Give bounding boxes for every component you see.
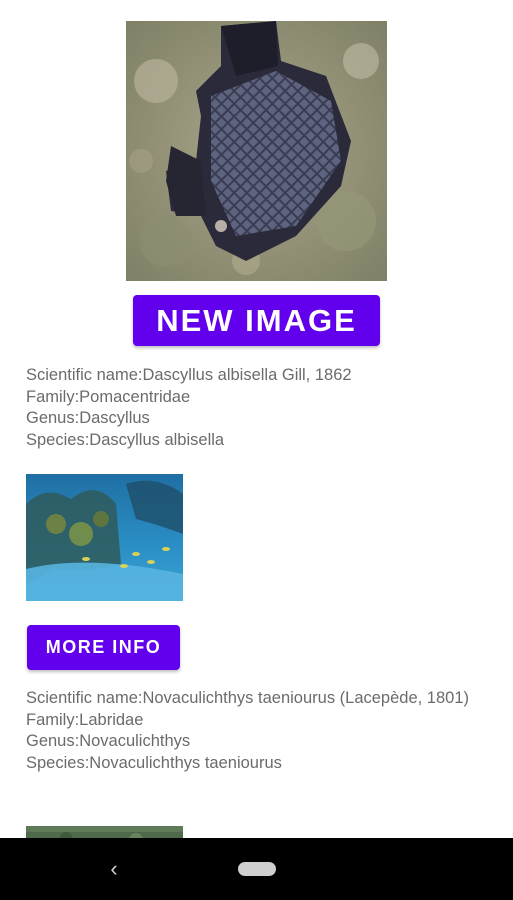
species: Species:Novaculichthys taeniourus bbox=[26, 754, 282, 773]
result-thumbnail-1[interactable] bbox=[26, 474, 183, 601]
result-info-2: Scientific name:Novaculichthys taeniouru… bbox=[26, 688, 486, 775]
family: Family:Labridae bbox=[26, 710, 144, 729]
genus: Genus:Novaculichthys bbox=[26, 732, 191, 751]
scientific-name: Scientific name:Dascyllus albisella Gill… bbox=[26, 366, 352, 384]
navigation-bar: ‹ bbox=[0, 838, 513, 900]
genus: Genus:Dascyllus bbox=[26, 409, 150, 428]
species: Species:Dascyllus albisella bbox=[26, 431, 225, 450]
family: Family:Pomacentridae bbox=[26, 387, 191, 406]
home-pill-icon[interactable] bbox=[238, 862, 276, 876]
result-info-1: Scientific name:Dascyllus albisella Gill… bbox=[26, 365, 486, 452]
app-screen: NEW IMAGE Scientific name:Dascyllus albi… bbox=[0, 0, 513, 900]
back-icon[interactable]: ‹ bbox=[104, 857, 124, 881]
scientific-name: Scientific name:Novaculichthys taeniouru… bbox=[26, 689, 470, 707]
fish-photo bbox=[126, 21, 387, 281]
new-image-button[interactable]: NEW IMAGE bbox=[133, 295, 380, 346]
more-info-button[interactable]: MORE INFO bbox=[27, 625, 180, 670]
